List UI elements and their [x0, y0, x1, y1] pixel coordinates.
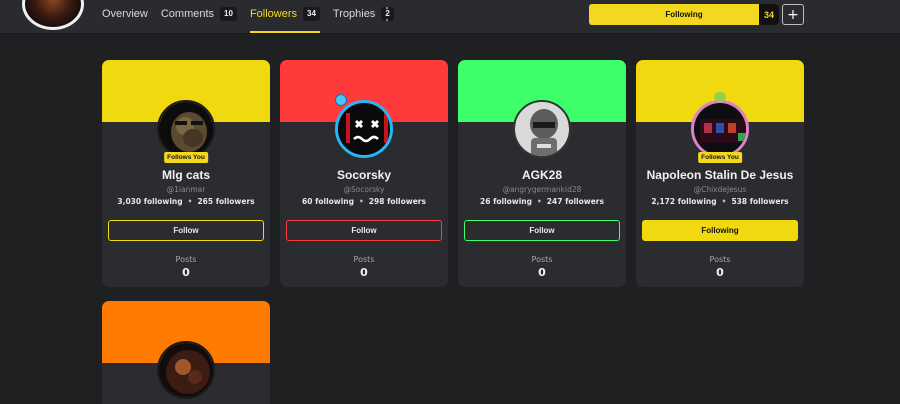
avatar[interactable] — [157, 341, 215, 399]
user-handle: @Socorsky — [343, 185, 385, 194]
following-count: 60 following — [302, 197, 354, 206]
user-stats: 2,172 following • 538 followers — [636, 197, 804, 206]
tab-followers[interactable]: Followers 34 — [249, 0, 320, 34]
plus-icon: + — [787, 6, 799, 23]
follow-button[interactable]: Follow — [108, 220, 264, 241]
tab-label: Comments — [160, 8, 215, 20]
posts-count: 0 — [360, 266, 368, 279]
following-count: 2,172 following — [651, 197, 717, 206]
followers-count: 298 followers — [368, 197, 426, 206]
avatar[interactable] — [335, 100, 393, 158]
followers-count: 265 followers — [197, 197, 255, 206]
user-stats: 60 following • 298 followers — [280, 197, 448, 206]
follower-card: Follows You Napoleon Stalin De Jesus @Ch… — [636, 60, 804, 287]
posts-label: Posts — [531, 255, 553, 264]
follow-button[interactable]: Follow — [464, 220, 620, 241]
follower-card: Socorsky @Socorsky 60 following • 298 foll… — [280, 60, 448, 287]
profile-tabs: Overview Comments 10 Followers 34 Trophi… — [102, 0, 407, 34]
avatar[interactable] — [513, 100, 571, 158]
more-options-icon[interactable] — [384, 7, 390, 21]
profile-header-bar: Overview Comments 10 Followers 34 Trophi… — [0, 0, 900, 34]
following-label: Following — [665, 10, 703, 19]
following-count: 26 following — [480, 197, 532, 206]
tab-label: Followers — [249, 8, 298, 20]
user-handle: @ChixdeJesus — [693, 185, 747, 194]
posts-label: Posts — [175, 255, 197, 264]
decoration-icon — [335, 94, 347, 106]
tab-comments[interactable]: Comments 10 — [161, 0, 237, 34]
followers-count: 538 followers — [731, 197, 789, 206]
following-button[interactable]: Following — [589, 4, 779, 25]
avatar[interactable] — [691, 100, 749, 158]
follower-card — [102, 301, 270, 404]
user-name[interactable]: Socorsky — [280, 168, 448, 182]
tab-label: Trophies — [332, 8, 376, 20]
followers-count: 247 followers — [546, 197, 604, 206]
follow-button[interactable]: Follow — [286, 220, 442, 241]
user-handle: @angrygermankid28 — [502, 185, 582, 194]
separator: • — [721, 197, 727, 206]
tab-label: Overview — [102, 8, 148, 20]
avatar[interactable] — [157, 100, 215, 158]
follower-card: AGK28 @angrygermankid28 26 following • 247… — [458, 60, 626, 287]
user-name[interactable]: Mlg cats — [102, 168, 270, 182]
count-badge: 10 — [220, 7, 237, 21]
profile-avatar[interactable] — [22, 0, 84, 30]
decoration-icon — [714, 92, 726, 102]
following-button[interactable]: Following — [642, 220, 798, 241]
user-stats: 26 following • 247 followers — [458, 197, 626, 206]
posts-label: Posts — [353, 255, 375, 264]
follower-card: Follows You Mlg cats @1ianmar 3,030 foll… — [102, 60, 270, 287]
user-name[interactable]: AGK28 — [458, 168, 626, 182]
posts-count: 0 — [716, 266, 724, 279]
separator: • — [537, 197, 542, 206]
count-badge: 34 — [303, 7, 320, 21]
posts-count: 0 — [538, 266, 546, 279]
following-count: 3,030 following — [117, 197, 183, 206]
add-button[interactable]: + — [782, 4, 804, 25]
follows-you-badge: Follows You — [698, 152, 742, 163]
user-stats: 3,030 following • 265 followers — [102, 197, 270, 206]
user-name[interactable]: Napoleon Stalin De Jesus — [636, 168, 804, 182]
follows-you-badge: Follows You — [164, 152, 208, 163]
tab-overview[interactable]: Overview — [102, 0, 148, 34]
user-handle: @1ianmar — [166, 185, 206, 194]
following-count-badge: 34 — [759, 4, 779, 25]
posts-count: 0 — [182, 266, 190, 279]
separator: • — [359, 197, 364, 206]
separator: • — [187, 197, 193, 206]
posts-label: Posts — [709, 255, 731, 264]
